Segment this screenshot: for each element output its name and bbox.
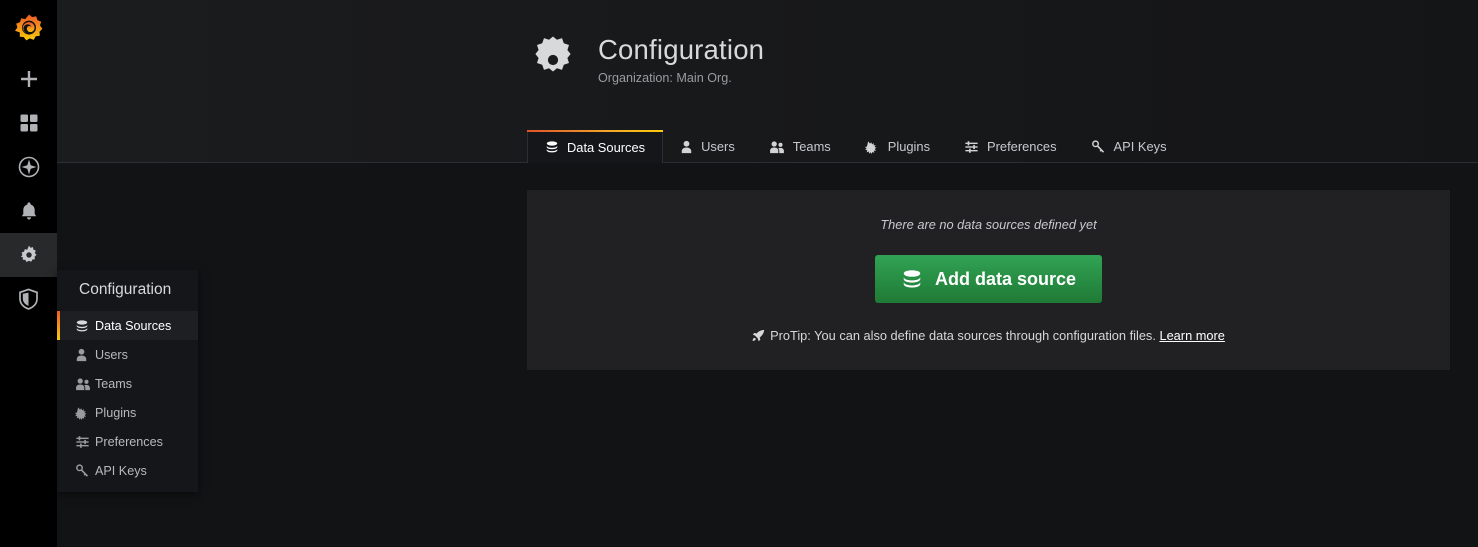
grafana-logo[interactable] bbox=[0, 0, 57, 57]
gear-icon bbox=[18, 244, 40, 266]
menu-item-label: Preferences bbox=[95, 435, 163, 449]
apps-grid-icon bbox=[19, 113, 39, 133]
database-icon bbox=[75, 319, 95, 333]
sidebar-item-server-admin[interactable] bbox=[0, 277, 57, 321]
sidebar-item-configuration[interactable] bbox=[0, 233, 57, 277]
sidebar bbox=[0, 0, 57, 547]
tab-bar: Data Sources Users bbox=[527, 130, 1184, 163]
page-title-block: Configuration Organization: Main Org. bbox=[598, 33, 764, 85]
tab-label: Preferences bbox=[987, 139, 1057, 154]
menu-item-label: Teams bbox=[95, 377, 132, 391]
menu-item-teams[interactable]: Teams bbox=[57, 369, 198, 398]
grafana-app: Configuration Data Sources Users bbox=[0, 0, 1478, 547]
sidebar-item-create[interactable] bbox=[0, 57, 57, 101]
menu-item-label: API Keys bbox=[95, 464, 147, 478]
user-icon bbox=[680, 140, 693, 154]
add-data-source-label: Add data source bbox=[935, 269, 1076, 290]
sidebar-item-dashboards[interactable] bbox=[0, 101, 57, 145]
rocket-icon bbox=[752, 329, 765, 345]
add-data-source-button-wrap: Add data source bbox=[527, 255, 1450, 303]
empty-state-message: There are no data sources defined yet bbox=[527, 190, 1450, 232]
tab-label: API Keys bbox=[1114, 139, 1167, 154]
page-title: Configuration bbox=[598, 33, 764, 66]
tab-users[interactable]: Users bbox=[663, 130, 752, 163]
add-data-source-button[interactable]: Add data source bbox=[875, 255, 1102, 303]
users-icon bbox=[769, 140, 785, 154]
database-icon bbox=[545, 140, 559, 154]
menu-item-label: Users bbox=[95, 348, 128, 362]
empty-data-sources-panel: There are no data sources defined yet Ad… bbox=[527, 190, 1450, 370]
tab-label: Teams bbox=[793, 139, 831, 154]
key-icon bbox=[75, 464, 95, 478]
menu-header-title: Configuration bbox=[57, 270, 198, 311]
menu-item-plugins[interactable]: Plugins bbox=[57, 398, 198, 427]
menu-item-preferences[interactable]: Preferences bbox=[57, 427, 198, 456]
grafana-logo-icon bbox=[13, 13, 45, 45]
key-icon bbox=[1091, 140, 1106, 154]
plus-icon bbox=[19, 69, 39, 89]
users-icon bbox=[75, 377, 95, 391]
sidebar-item-alerting[interactable] bbox=[0, 189, 57, 233]
tab-label: Users bbox=[701, 139, 735, 154]
gear-icon bbox=[527, 34, 579, 91]
sliders-icon bbox=[964, 140, 979, 154]
tab-plugins[interactable]: Plugins bbox=[848, 130, 947, 163]
bell-icon bbox=[19, 201, 39, 221]
menu-item-label: Plugins bbox=[95, 406, 136, 420]
plugin-icon bbox=[865, 140, 880, 154]
sidebar-item-explore[interactable] bbox=[0, 145, 57, 189]
compass-icon bbox=[18, 156, 40, 178]
sliders-icon bbox=[75, 435, 95, 449]
tab-label: Plugins bbox=[888, 139, 930, 154]
menu-item-api-keys[interactable]: API Keys bbox=[57, 456, 198, 485]
main-content: There are no data sources defined yet Ad… bbox=[57, 163, 1478, 547]
protip-text: ProTip: You can also define data sources… bbox=[770, 328, 1156, 343]
tab-data-sources[interactable]: Data Sources bbox=[527, 130, 663, 163]
menu-item-label: Data Sources bbox=[95, 319, 171, 333]
configuration-dropdown-menu: Configuration Data Sources Users bbox=[57, 270, 198, 492]
menu-item-users[interactable]: Users bbox=[57, 340, 198, 369]
plugin-icon bbox=[75, 406, 95, 420]
tab-label: Data Sources bbox=[567, 140, 645, 155]
tab-teams[interactable]: Teams bbox=[752, 130, 848, 163]
shield-icon bbox=[18, 288, 39, 310]
menu-item-data-sources[interactable]: Data Sources bbox=[57, 311, 198, 340]
user-icon bbox=[75, 348, 95, 362]
tab-preferences[interactable]: Preferences bbox=[947, 130, 1074, 163]
protip-row: ProTip: You can also define data sources… bbox=[527, 328, 1450, 345]
page-subtitle: Organization: Main Org. bbox=[598, 71, 764, 85]
tab-api-keys[interactable]: API Keys bbox=[1074, 130, 1184, 163]
learn-more-link[interactable]: Learn more bbox=[1159, 328, 1224, 343]
database-icon bbox=[901, 268, 923, 290]
page-header: Configuration Organization: Main Org. Da… bbox=[57, 0, 1478, 163]
page-header-inner: Configuration Organization: Main Org. bbox=[527, 33, 764, 91]
